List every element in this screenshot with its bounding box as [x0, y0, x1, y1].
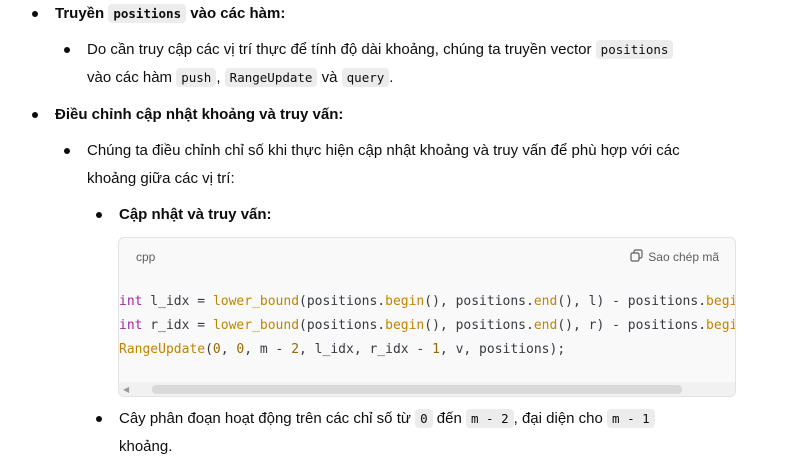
section-2-subitem-2-text-1: Cây phân đoạn hoạt động trên các chỉ số … — [119, 410, 411, 427]
copy-code-button[interactable]: Sao chép mã — [630, 249, 719, 265]
horizontal-scrollbar[interactable]: ◀ — [119, 382, 735, 396]
inline-code-query: query — [341, 68, 390, 87]
inline-code-m-minus-2: m - 2 — [465, 409, 514, 428]
section-1-title-suffix: vào các hàm: — [190, 5, 286, 22]
code-block: cpp Sao chép mã int l_idx = lower_bound(… — [118, 237, 736, 397]
code-line-2: int r_idx = lower_bound(positions.begin(… — [119, 318, 735, 333]
inline-code-rangeupdate: RangeUpdate — [224, 68, 318, 87]
section-2-subitem-2-line-1: Cây phân đoạn hoạt động trên các chỉ số … — [119, 409, 655, 429]
copy-icon — [630, 249, 643, 265]
section-1-item-1-line-1: Do cần truy cập các vị trí thực để tính … — [87, 40, 674, 60]
section-1-title: Truyền positions vào các hàm: — [55, 4, 285, 24]
inline-code-push: push — [176, 68, 217, 87]
section-2-item-1-line-1: Chúng ta điều chỉnh chỉ số khi thực hiện… — [87, 142, 680, 159]
section-2-subitem-1-title: Cập nhật và truy vấn: — [119, 206, 272, 223]
section-2-subitem-2-line-2: khoảng. — [119, 438, 173, 455]
section-1-item-1-text-2: vào các hàm — [87, 69, 173, 86]
bullet-section-1 — [32, 11, 38, 17]
section-2-title: Điều chỉnh cập nhật khoảng và truy vấn: — [55, 106, 344, 123]
bullet-section-2-subitem-2 — [96, 416, 102, 422]
inline-code-m-minus-1: m - 1 — [607, 409, 655, 428]
scroll-left-arrow-icon[interactable]: ◀ — [123, 385, 129, 394]
code-line-3: RangeUpdate(0, 0, m - 2, l_idx, r_idx - … — [119, 342, 566, 357]
bullet-section-2-item-1 — [64, 148, 70, 154]
bullet-section-2-subitem-1 — [96, 212, 102, 218]
section-1-item-1-text-1: Do cần truy cập các vị trí thực để tính … — [87, 41, 592, 58]
inline-code-zero: 0 — [415, 409, 433, 428]
inline-code-positions: positions — [108, 4, 187, 23]
separator-comma: , — [216, 69, 221, 86]
section-2-subitem-2-text-3: , đại diện cho — [513, 410, 603, 427]
scrollbar-thumb[interactable] — [152, 385, 682, 394]
section-2-item-1-line-2: khoảng giữa các vị trí: — [87, 170, 235, 187]
section-1-item-1-line-2: vào các hàm push, RangeUpdate và query. — [87, 68, 393, 88]
code-content: int l_idx = lower_bound(positions.begin(… — [119, 290, 735, 362]
end-period: . — [389, 69, 394, 86]
bullet-section-1-item-1 — [64, 47, 70, 53]
code-line-1: int l_idx = lower_bound(positions.begin(… — [119, 294, 735, 309]
section-1-title-prefix: Truyền — [55, 5, 105, 22]
section-2-subitem-2-text-2: đến — [436, 410, 462, 427]
inline-code-positions: positions — [595, 40, 674, 59]
bullet-section-2 — [32, 112, 38, 118]
code-language-label: cpp — [136, 250, 156, 264]
section-1-item-1-text-3: và — [321, 69, 338, 86]
copy-code-label: Sao chép mã — [648, 250, 719, 264]
